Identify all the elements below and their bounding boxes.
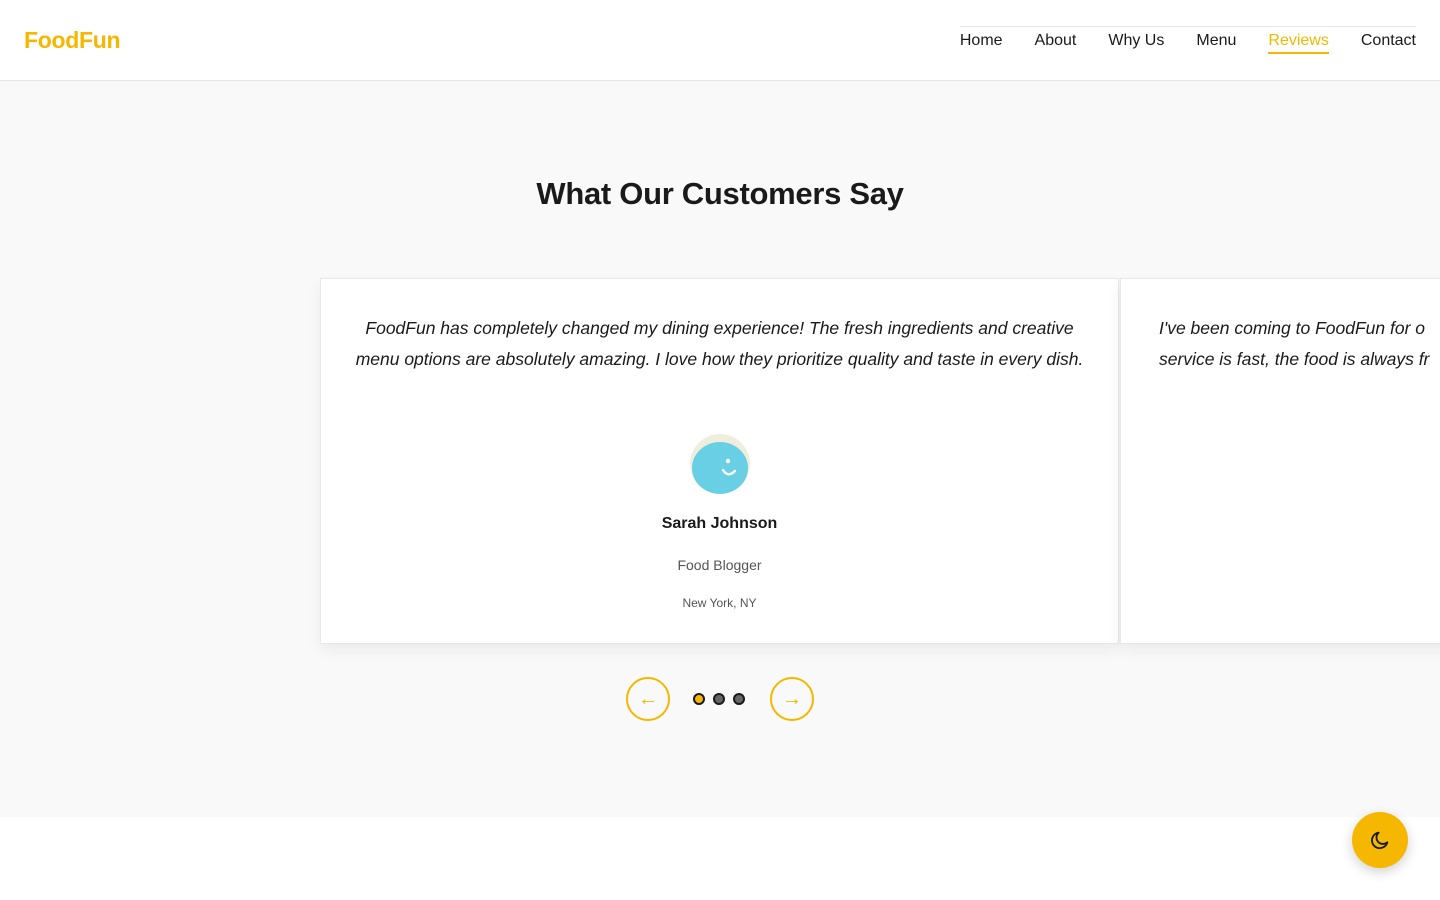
testimonial-quote-line: I've been coming to FoodFun for o xyxy=(1159,318,1425,338)
carousel-controls: ← → xyxy=(626,677,814,721)
theme-toggle-button[interactable] xyxy=(1352,812,1408,868)
reviews-section: What Our Customers Say FoodFun has compl… xyxy=(0,81,1440,817)
testimonial-card: FoodFun has completely changed my dining… xyxy=(320,278,1119,644)
testimonial-card-next: I've been coming to FoodFun for o servic… xyxy=(1120,278,1440,644)
smiling-face-avatar-icon xyxy=(690,434,750,494)
carousel-next-button[interactable]: → xyxy=(770,677,814,721)
reviewer-name: Sarah Johnson xyxy=(661,515,778,532)
carousel-dot[interactable] xyxy=(733,693,745,705)
carousel-prev-button[interactable]: ← xyxy=(626,677,670,721)
reviewer-role: Food Blogger xyxy=(677,557,762,573)
nav-item-why-us[interactable]: Why Us xyxy=(1108,32,1164,54)
carousel-dots xyxy=(693,693,745,705)
nav-item-menu[interactable]: Menu xyxy=(1196,32,1236,54)
nav-item-reviews[interactable]: Reviews xyxy=(1268,32,1329,54)
moon-icon xyxy=(1371,831,1389,850)
testimonial-quote-line: service is fast, the food is always fr xyxy=(1159,348,1430,369)
nav-item-home[interactable]: Home xyxy=(960,32,1003,54)
testimonial-quote: I've been coming to FoodFun for o servic… xyxy=(1121,279,1440,374)
carousel-dot[interactable] xyxy=(713,693,725,705)
section-title: What Our Customers Say xyxy=(536,176,904,211)
testimonial-quote: FoodFun has completely changed my dining… xyxy=(355,318,1084,369)
main-nav: Home About Why Us Menu Reviews Contact xyxy=(959,26,1416,54)
brand-logo[interactable]: FoodFun xyxy=(24,27,121,54)
reviewer-location: New York, NY xyxy=(682,596,757,610)
site-header: FoodFun Home About Why Us Menu Reviews C… xyxy=(0,0,1440,81)
carousel-dot[interactable] xyxy=(693,693,705,705)
nav-item-contact[interactable]: Contact xyxy=(1361,32,1416,54)
nav-item-about[interactable]: About xyxy=(1035,32,1077,54)
